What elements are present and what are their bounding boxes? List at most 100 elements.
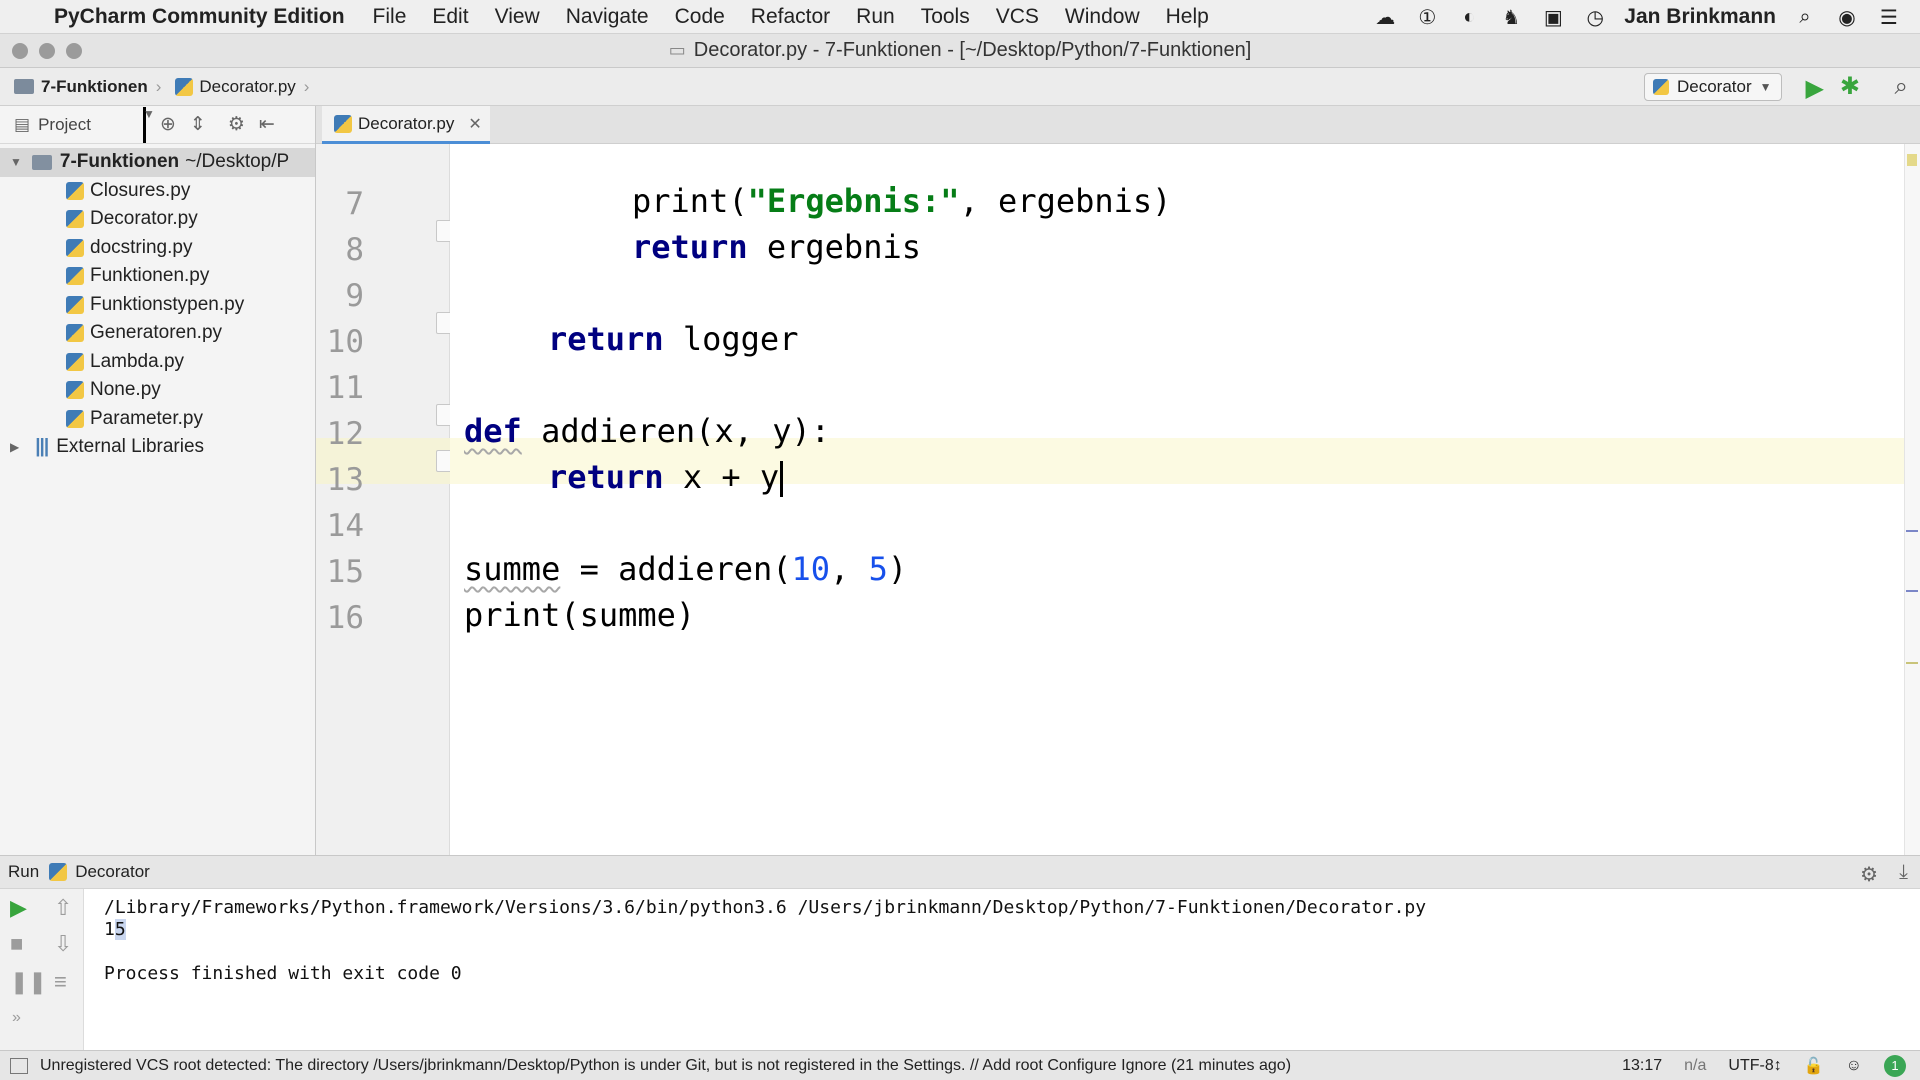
event-log-badge[interactable]: 1 <box>1884 1054 1906 1077</box>
tree-file-lambda[interactable]: Lambda.py <box>0 348 315 377</box>
spotlight-search-icon[interactable]: ⌕ <box>1792 4 1818 30</box>
run-icon[interactable]: ▶ <box>1806 74 1824 103</box>
menu-vcs[interactable]: VCS <box>996 5 1039 29</box>
menu-run[interactable]: Run <box>856 5 895 29</box>
tab-decorator[interactable]: Decorator.py ✕ <box>322 106 490 144</box>
code-editor[interactable]: print("Ergebnis:", ergebnis) return erge… <box>450 144 1904 855</box>
notification-center-icon[interactable]: ☰ <box>1876 4 1902 30</box>
tree-external-libraries[interactable]: ▶ ||| External Libraries <box>0 433 315 462</box>
gear-icon[interactable]: ⚙ <box>1860 862 1878 887</box>
code-line-16[interactable]: print(summe) <box>464 596 695 634</box>
tree-file-generatoren[interactable]: Generatoren.py <box>0 319 315 348</box>
library-icon: ||| <box>35 436 49 458</box>
run-config-tab[interactable]: Decorator <box>75 862 150 882</box>
tree-file-label: Decorator.py <box>90 208 198 230</box>
code-line-8[interactable]: return ergebnis <box>632 228 921 266</box>
chevron-down-icon[interactable]: ▼ <box>10 155 22 169</box>
tree-root-path: ~/Desktop/P <box>185 151 290 173</box>
menu-help[interactable]: Help <box>1166 5 1209 29</box>
toggle-tool-windows-icon[interactable] <box>10 1057 28 1074</box>
search-everywhere-icon[interactable]: ⌕ <box>1895 73 1908 101</box>
tree-file-closures[interactable]: Closures.py <box>0 177 315 206</box>
console-output[interactable]: /Library/Frameworks/Python.framework/Ver… <box>104 897 1426 985</box>
code-line-12[interactable]: def addieren(x, y): <box>464 412 830 450</box>
code-line-15[interactable]: summe = addieren(10, 5) <box>464 550 907 588</box>
scroll-marker[interactable] <box>1906 530 1918 532</box>
code-line-13[interactable]: return x + y <box>548 458 784 497</box>
menu-window[interactable]: Window <box>1065 5 1140 29</box>
hide-panel-icon[interactable]: ⇤ <box>259 113 275 136</box>
app-name-menu[interactable]: PyCharm Community Edition <box>54 5 345 29</box>
tree-file-label: Parameter.py <box>90 407 203 429</box>
lock-icon[interactable]: 🔓 <box>1804 1056 1824 1076</box>
user-name[interactable]: Jan Brinkmann <box>1624 5 1776 29</box>
debug-icon[interactable]: ✱ <box>1840 72 1860 101</box>
rerun-icon[interactable]: ▶ <box>10 895 27 921</box>
soft-wrap-icon[interactable]: ≡ <box>54 969 67 995</box>
code-keyword: def <box>464 412 522 450</box>
code-token: print(summe) <box>464 596 696 634</box>
collapse-all-icon[interactable]: ⇕ <box>190 113 206 136</box>
tree-file-docstring[interactable]: docstring.py <box>0 234 315 263</box>
chevron-down-icon: ▼ <box>1759 80 1772 94</box>
menu-view[interactable]: View <box>495 5 540 29</box>
tree-file-decorator[interactable]: Decorator.py <box>0 205 315 234</box>
project-view-label[interactable]: Project <box>38 115 91 135</box>
python-file-icon <box>66 295 84 314</box>
zoom-window-button[interactable] <box>66 43 82 59</box>
close-icon[interactable]: ✕ <box>468 114 481 134</box>
code-token: logger <box>663 320 799 358</box>
menu-edit[interactable]: Edit <box>432 5 468 29</box>
inspection-status-icon[interactable] <box>1907 154 1917 166</box>
arrow-up-icon[interactable]: ⇧ <box>54 895 72 921</box>
breadcrumb-file[interactable]: Decorator.py › <box>175 77 309 97</box>
breadcrumb-project[interactable]: 7-Funktionen › <box>14 77 161 97</box>
status-message[interactable]: Unregistered VCS root detected: The dire… <box>40 1057 1622 1075</box>
menu-refactor[interactable]: Refactor <box>751 5 830 29</box>
file-encoding[interactable]: UTF-8↕ <box>1728 1057 1781 1075</box>
locate-file-icon[interactable]: ⊕ <box>160 113 176 136</box>
creative-cloud-icon[interactable]: ☁ <box>1372 4 1398 30</box>
tree-file-funktionen[interactable]: Funktionen.py <box>0 262 315 291</box>
line-number: 14 <box>326 508 364 544</box>
hide-panel-icon[interactable]: ⤓ <box>1899 861 1908 884</box>
time-machine-icon[interactable]: ◷ <box>1582 4 1608 30</box>
close-window-button[interactable] <box>12 43 28 59</box>
menu-tools[interactable]: Tools <box>921 5 970 29</box>
arrow-down-icon[interactable]: ⇩ <box>54 931 72 957</box>
tree-file-parameter[interactable]: Parameter.py <box>0 405 315 434</box>
tree-file-label: Lambda.py <box>90 350 185 372</box>
code-string: "Ergebnis:" <box>747 182 960 220</box>
minimize-window-button[interactable] <box>39 43 55 59</box>
tree-file-funktionstypen[interactable]: Funktionstypen.py <box>0 291 315 320</box>
code-line-10[interactable]: return logger <box>548 320 798 358</box>
dashlane-icon[interactable]: ◐ <box>1456 4 1482 30</box>
navigation-bar: 7-Funktionen › Decorator.py › Decorator … <box>0 68 1920 106</box>
text-cursor <box>780 461 784 497</box>
console-result: 15 <box>104 919 1426 941</box>
run-configuration-label: Decorator <box>1677 77 1752 96</box>
scroll-marker[interactable] <box>1906 590 1918 592</box>
siri-icon[interactable]: ◉ <box>1834 4 1860 30</box>
code-line-7[interactable]: print("Ergebnis:", ergebnis) <box>632 182 1171 220</box>
screen-record-icon[interactable]: ▣ <box>1540 4 1566 30</box>
more-actions-icon[interactable]: » <box>12 1009 21 1027</box>
hector-inspector-icon[interactable]: ☺ <box>1846 1057 1862 1075</box>
chevron-down-icon[interactable]: ▼ <box>142 106 155 143</box>
pause-icon[interactable]: ❚❚ <box>10 969 47 995</box>
menu-file[interactable]: File <box>373 5 407 29</box>
menu-navigate[interactable]: Navigate <box>566 5 649 29</box>
ghost-icon[interactable]: ♞ <box>1498 4 1524 30</box>
caret-position[interactable]: 13:17 <box>1622 1057 1662 1075</box>
tree-root-folder[interactable]: ▼ 7-Funktionen ~/Desktop/P <box>0 148 315 177</box>
tree-file-none[interactable]: None.py <box>0 376 315 405</box>
line-separator-status[interactable]: n/a <box>1684 1057 1706 1075</box>
gear-icon[interactable]: ⚙ <box>228 113 245 136</box>
chevron-right-icon[interactable]: ▶ <box>10 440 19 454</box>
1password-icon[interactable]: ① <box>1414 4 1440 30</box>
scroll-marker[interactable] <box>1906 662 1918 664</box>
editor-scrollbar[interactable] <box>1904 144 1920 855</box>
menu-code[interactable]: Code <box>675 5 725 29</box>
run-configuration-select[interactable]: Decorator ▼ <box>1644 73 1782 101</box>
stop-icon[interactable]: ■ <box>10 931 23 957</box>
